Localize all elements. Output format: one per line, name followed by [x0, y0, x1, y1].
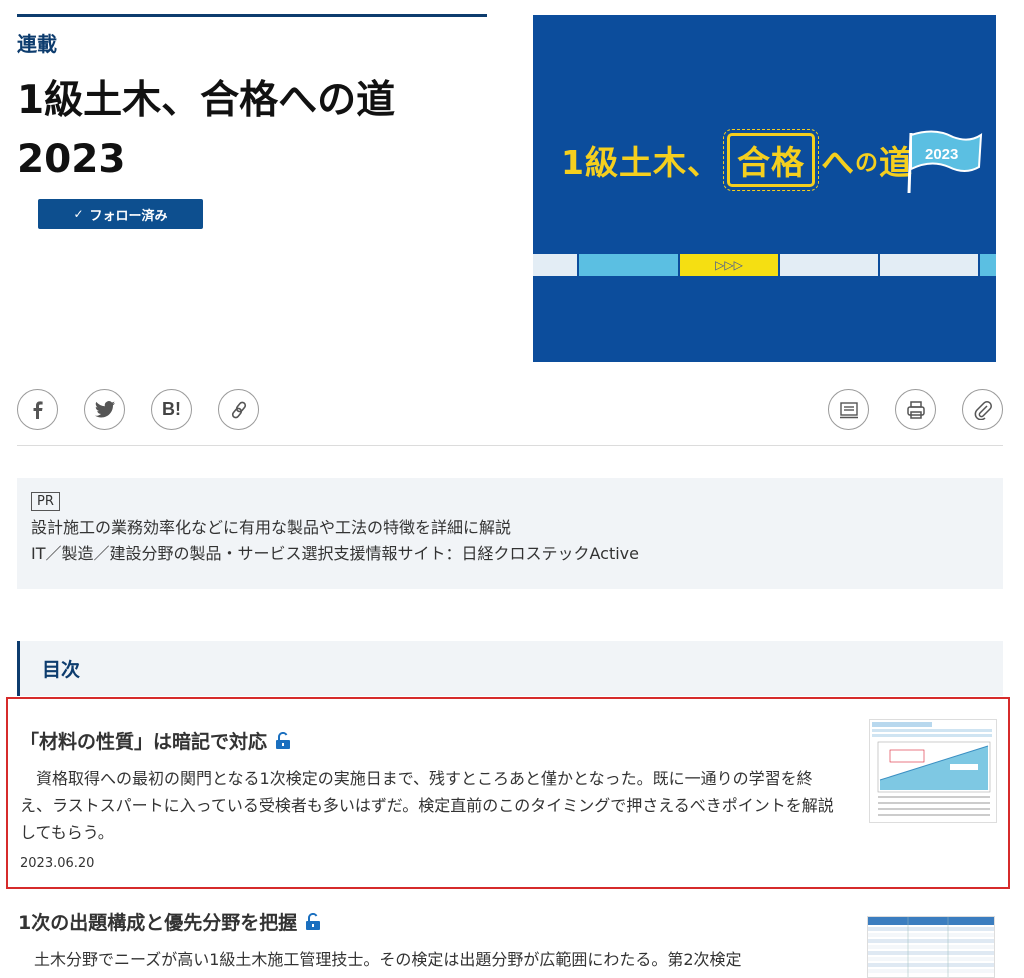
unlock-icon [276, 731, 291, 749]
article-view-button[interactable] [828, 389, 869, 430]
clip-button[interactable] [962, 389, 1003, 430]
page-title-line2: 2023 [17, 136, 126, 182]
hero-title-boxed: 合格 [722, 129, 819, 191]
hatena-bookmark-button[interactable]: B! [151, 389, 192, 430]
article-summary: 土木分野でニーズが高い1級土木施工管理技士。その検定は出題分野が広範囲にわたる。… [34, 950, 742, 969]
toc-heading: 目次 [17, 641, 1003, 696]
article-thumbnail[interactable] [867, 916, 995, 978]
twitter-share-button[interactable] [84, 389, 125, 430]
article-thumbnail[interactable] [869, 719, 997, 823]
unlock-icon [306, 912, 321, 930]
article-title[interactable]: 1次の出題構成と優先分野を把握 [18, 908, 321, 935]
facebook-share-button[interactable] [17, 389, 58, 430]
article-item[interactable]: 1次の出題構成と優先分野を把握 土木分野でニーズが高い1級土木施工管理技士。その… [6, 902, 1010, 978]
hero-title-no: の [854, 150, 879, 176]
flag-year: 2023 [925, 146, 958, 163]
pr-tag: PR [31, 492, 60, 511]
article-date: 2023.06.20 [20, 856, 95, 871]
series-label: 連載 [17, 32, 57, 56]
page-title: 1級土木、合格への道 2023 [17, 72, 497, 189]
hero-title-pre: 1級土木、 [561, 143, 721, 182]
follow-button-label: フォロー済み [89, 208, 168, 224]
twitter-icon [94, 400, 115, 418]
hero-title-he: へ [820, 143, 855, 182]
print-icon [906, 400, 925, 419]
facebook-icon [33, 400, 43, 419]
clip-icon [974, 400, 992, 420]
article-title[interactable]: 「材料の性質」は暗記で対応 [20, 727, 291, 754]
band-segment [980, 254, 996, 276]
pr-link-1[interactable]: 設計施工の業務効率化などに有用な製品や工法の特徴を詳細に解説 [31, 515, 989, 541]
print-button[interactable] [895, 389, 936, 430]
article-title-text: 「材料の性質」は暗記で対応 [20, 731, 268, 753]
check-icon: ✓ [73, 207, 84, 221]
divider [17, 445, 1003, 446]
band-arrows: ▷▷▷ [680, 254, 780, 276]
band-segment [880, 254, 980, 276]
hero-title: 1級土木、 合格 へ の 道 [561, 129, 913, 191]
article-item[interactable]: 「材料の性質」は暗記で対応 資格取得への最初の関門となる1次検定の実施日まで、残… [6, 697, 1010, 889]
pr-link-2[interactable]: IT／製造／建設分野の製品・サービス選択支援情報サイト：日経クロステックActi… [31, 541, 989, 567]
note-icon [839, 401, 858, 418]
copy-link-button[interactable] [218, 389, 259, 430]
page-title-line1: 1級土木、合格への道 [17, 78, 396, 123]
band-segment [579, 254, 680, 276]
band-segment [780, 254, 880, 276]
header-rule [17, 14, 487, 17]
hero-banner: 1級土木、 合格 へ の 道 2023 ▷▷▷ [533, 15, 996, 362]
share-toolbar: B! [17, 389, 1003, 431]
pr-box: PR 設計施工の業務効率化などに有用な製品や工法の特徴を詳細に解説 IT／製造／… [17, 478, 1003, 589]
article-summary: 資格取得への最初の関門となる1次検定の実施日まで、残すところあと僅かとなった。既… [20, 769, 834, 842]
link-icon [231, 401, 246, 418]
follow-button[interactable]: ✓ フォロー済み [38, 199, 203, 229]
hatena-bookmark-icon: B! [162, 399, 181, 419]
article-title-text: 1次の出題構成と優先分野を把握 [18, 912, 298, 934]
band-segment [533, 254, 579, 276]
flag-icon: 2023 [907, 130, 983, 194]
hero-band: ▷▷▷ [533, 254, 996, 276]
